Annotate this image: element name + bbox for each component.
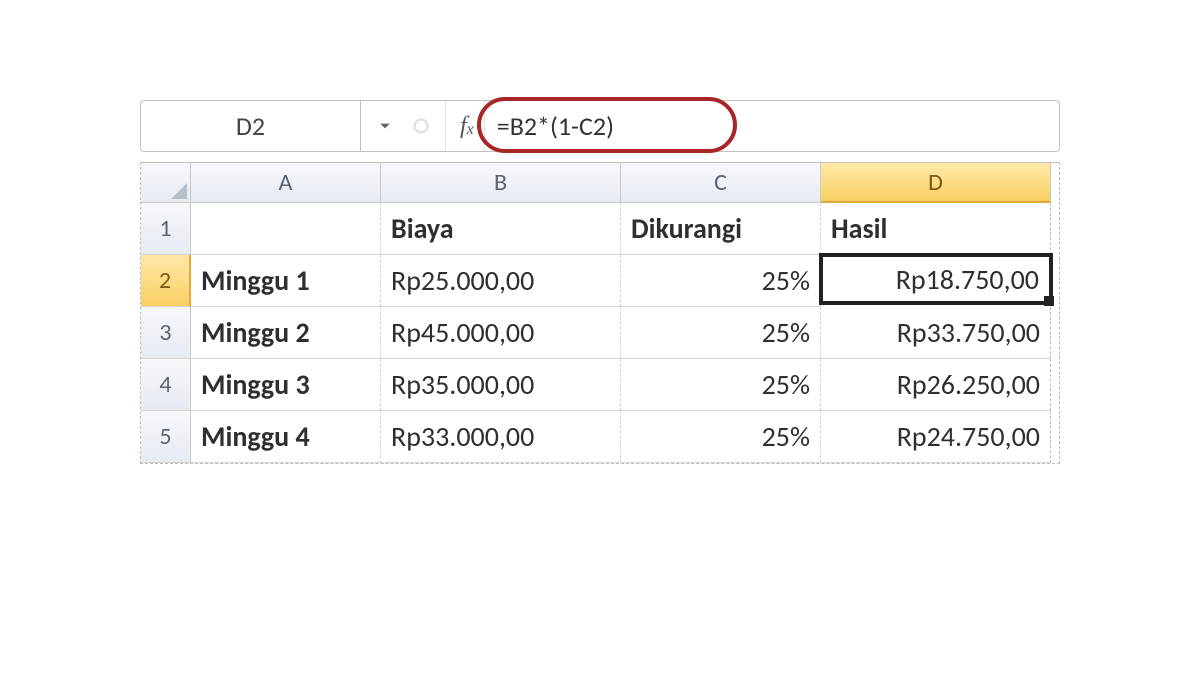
row-header-2[interactable]: 2 <box>141 255 191 307</box>
cell-B3[interactable]: Rp45.000,00 <box>381 307 621 359</box>
cell-C5[interactable]: 25% <box>621 411 821 463</box>
row-header-1[interactable]: 1 <box>141 203 191 255</box>
row-header-4[interactable]: 4 <box>141 359 191 411</box>
cell-D4[interactable]: Rp26.250,00 <box>821 359 1051 411</box>
formula-bar-buttons <box>361 101 446 151</box>
cell-A4[interactable]: Minggu 3 <box>191 359 381 411</box>
cell-B2[interactable]: Rp25.000,00 <box>381 255 621 307</box>
cell-B4[interactable]: Rp35.000,00 <box>381 359 621 411</box>
name-box-dropdown-icon[interactable] <box>371 112 399 140</box>
name-box[interactable]: D2 <box>141 101 361 151</box>
formula-bar: D2 fx =B2*(1-C2) <box>140 100 1060 152</box>
cell-C1[interactable]: Dikurangi <box>621 203 821 255</box>
fx-label[interactable]: fx <box>446 101 485 151</box>
col-header-C[interactable]: C <box>621 163 821 203</box>
formula-input[interactable]: =B2*(1-C2) <box>485 101 1059 151</box>
cell-D3[interactable]: Rp33.750,00 <box>821 307 1051 359</box>
select-all-corner[interactable] <box>141 163 191 203</box>
cell-C4[interactable]: 25% <box>621 359 821 411</box>
name-box-value: D2 <box>236 110 265 142</box>
cell-A3[interactable]: Minggu 2 <box>191 307 381 359</box>
cell-C3[interactable]: 25% <box>621 307 821 359</box>
col-header-B[interactable]: B <box>381 163 621 203</box>
cell-D2[interactable]: Rp18.750,00 <box>819 253 1053 305</box>
cell-C2[interactable]: 25% <box>621 255 821 307</box>
col-header-A[interactable]: A <box>191 163 381 203</box>
cell-A2[interactable]: Minggu 1 <box>191 255 381 307</box>
fx-prefix: f <box>460 113 467 140</box>
row-header-3[interactable]: 3 <box>141 307 191 359</box>
cancel-icon[interactable] <box>407 112 435 140</box>
formula-text: =B2*(1-C2) <box>497 110 614 142</box>
col-header-D[interactable]: D <box>821 163 1051 203</box>
row-header-5[interactable]: 5 <box>141 411 191 463</box>
cell-B1[interactable]: Biaya <box>381 203 621 255</box>
cell-A1[interactable] <box>191 203 381 255</box>
spreadsheet-grid[interactable]: A B C D 1 Biaya Dikurangi Hasil 2 Minggu… <box>140 162 1060 464</box>
cell-D5[interactable]: Rp24.750,00 <box>821 411 1051 463</box>
fx-sub: x <box>467 121 474 139</box>
cell-D1[interactable]: Hasil <box>821 203 1051 255</box>
cell-A5[interactable]: Minggu 4 <box>191 411 381 463</box>
cell-B5[interactable]: Rp33.000,00 <box>381 411 621 463</box>
